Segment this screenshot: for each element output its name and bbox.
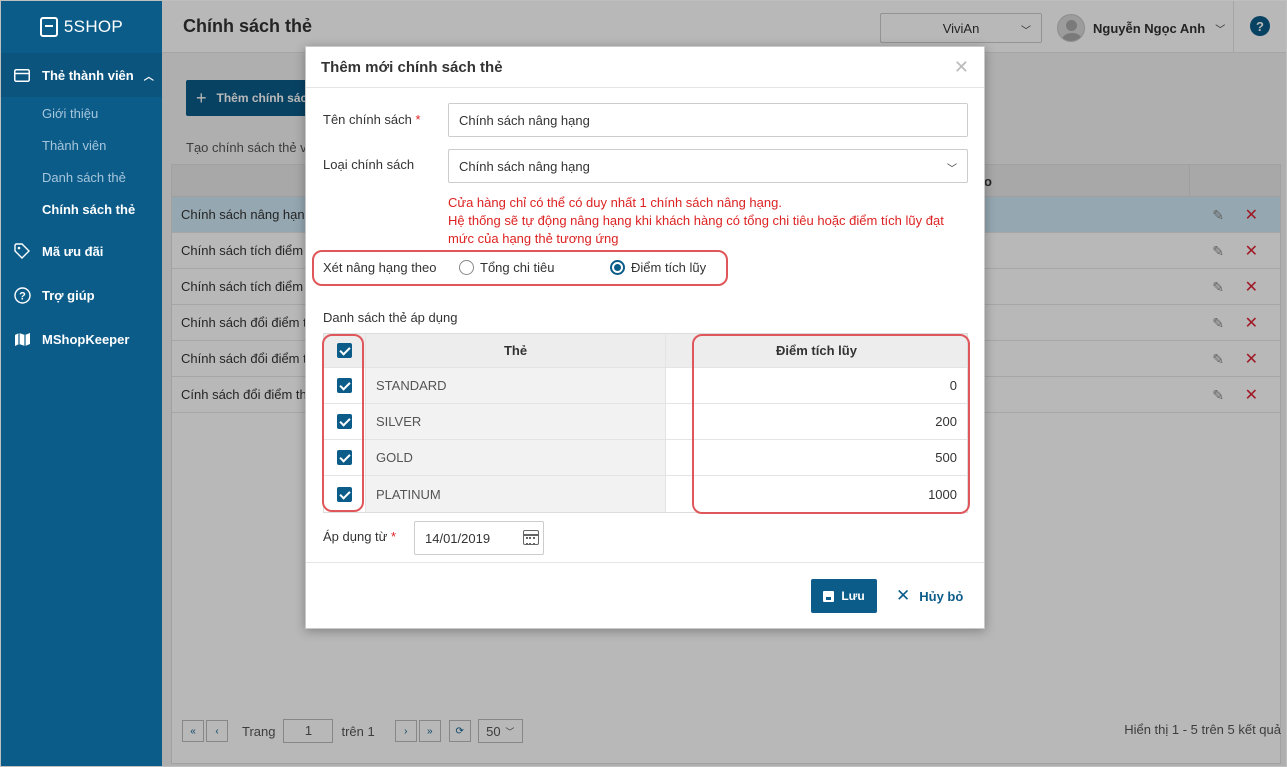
dialog-footer: Lưu ✕ Hủy bỏ — [306, 562, 984, 628]
cancel-button[interactable]: ✕ Hủy bỏ — [896, 579, 963, 613]
sidebar-group-label: Mã ưu đãi — [42, 243, 104, 259]
sidebar: 5SHOP Thẻ thành viên ︿ Giới thiệu Thành … — [1, 1, 162, 766]
policy-type-value: Chính sách nâng hạng — [459, 158, 590, 174]
card-list-label: Danh sách thẻ áp dụng — [323, 310, 458, 325]
calendar-icon[interactable] — [523, 530, 539, 545]
sidebar-group-label: Thẻ thành viên — [42, 67, 134, 83]
app-window: 5SHOP Thẻ thành viên ︿ Giới thiệu Thành … — [0, 0, 1287, 767]
sidebar-group-coupon[interactable]: Mã ưu đãi — [1, 229, 162, 273]
sidebar-group-mshopkeeper[interactable]: MShopKeeper — [1, 317, 162, 361]
sidebar-item-card-list[interactable]: Danh sách thẻ — [1, 161, 162, 193]
card-name: SILVER — [366, 404, 666, 439]
map-icon — [13, 330, 31, 348]
apply-from-label: Áp dụng từ * — [323, 529, 396, 544]
add-policy-dialog: Thêm mới chính sách thẻ ✕ Tên chính sách… — [305, 46, 985, 629]
chevron-up-icon: ︿ — [143, 71, 154, 83]
sidebar-group-help[interactable]: ? Trợ giúp — [1, 273, 162, 317]
policy-name-input[interactable]: Chính sách nâng hạng — [448, 103, 968, 137]
tag-icon — [13, 242, 31, 260]
policy-type-label: Loại chính sách — [323, 157, 415, 172]
checkbox-column-highlight — [322, 334, 364, 512]
points-column-highlight — [692, 334, 970, 514]
radio-checked-icon — [610, 260, 625, 275]
close-icon: ✕ — [896, 586, 911, 605]
policy-notice: Cửa hàng chỉ có thể có duy nhất 1 chính … — [448, 194, 968, 248]
rank-option-total-spend[interactable]: Tổng chi tiêu — [459, 260, 554, 275]
sidebar-group-label: MShopKeeper — [42, 331, 130, 347]
save-label: Lưu — [841, 589, 865, 603]
sidebar-group-member[interactable]: Thẻ thành viên ︿ — [1, 53, 162, 97]
apply-date-input[interactable]: 14/01/2019 — [414, 521, 544, 555]
required-mark: * — [415, 112, 421, 127]
policy-name-label-text: Tên chính sách — [323, 112, 412, 127]
rank-option-label: Tổng chi tiêu — [480, 260, 555, 275]
dialog-title: Thêm mới chính sách thẻ — [321, 58, 503, 76]
cancel-label: Hủy bỏ — [919, 588, 964, 604]
question-icon: ? — [13, 286, 31, 304]
sidebar-item-card-policy[interactable]: Chính sách thẻ — [1, 193, 162, 225]
rank-option-points[interactable]: Điểm tích lũy — [610, 260, 706, 275]
logo-icon — [39, 17, 58, 37]
apply-date-value: 14/01/2019 — [425, 530, 491, 546]
notice-line: Cửa hàng chỉ có thể có duy nhất 1 chính … — [448, 195, 782, 210]
chevron-down-icon: ﹀ — [947, 164, 957, 175]
card-icon — [13, 66, 31, 84]
save-button[interactable]: Lưu — [811, 579, 877, 613]
policy-type-select[interactable]: Chính sách nâng hạng ﹀ — [448, 149, 968, 183]
brand-name: 5SHOP — [63, 17, 124, 36]
sidebar-item-intro[interactable]: Giới thiệu — [1, 97, 162, 129]
policy-name-label: Tên chính sách * — [323, 112, 421, 127]
rank-option-label: Điểm tích lũy — [631, 260, 707, 275]
notice-line: Hệ thống sẽ tự động nâng hạng khi khách … — [448, 213, 944, 246]
radio-unchecked-icon — [459, 260, 474, 275]
card-name: GOLD — [366, 440, 666, 475]
brand-logo[interactable]: 5SHOP — [1, 1, 162, 53]
sidebar-group-label: Trợ giúp — [42, 287, 95, 303]
floppy-icon — [823, 590, 835, 602]
svg-text:?: ? — [19, 290, 26, 302]
card-name: PLATINUM — [366, 476, 666, 512]
card-name: STANDARD — [366, 368, 666, 403]
apply-from-label-text: Áp dụng từ — [323, 529, 388, 544]
sidebar-item-members[interactable]: Thành viên — [1, 129, 162, 161]
dialog-header: Thêm mới chính sách thẻ ✕ — [306, 47, 984, 88]
close-icon[interactable]: ✕ — [954, 57, 969, 78]
column-header-card: Thẻ — [366, 334, 666, 367]
required-mark: * — [390, 529, 397, 544]
rank-by-label: Xét nâng hạng theo — [323, 260, 437, 275]
